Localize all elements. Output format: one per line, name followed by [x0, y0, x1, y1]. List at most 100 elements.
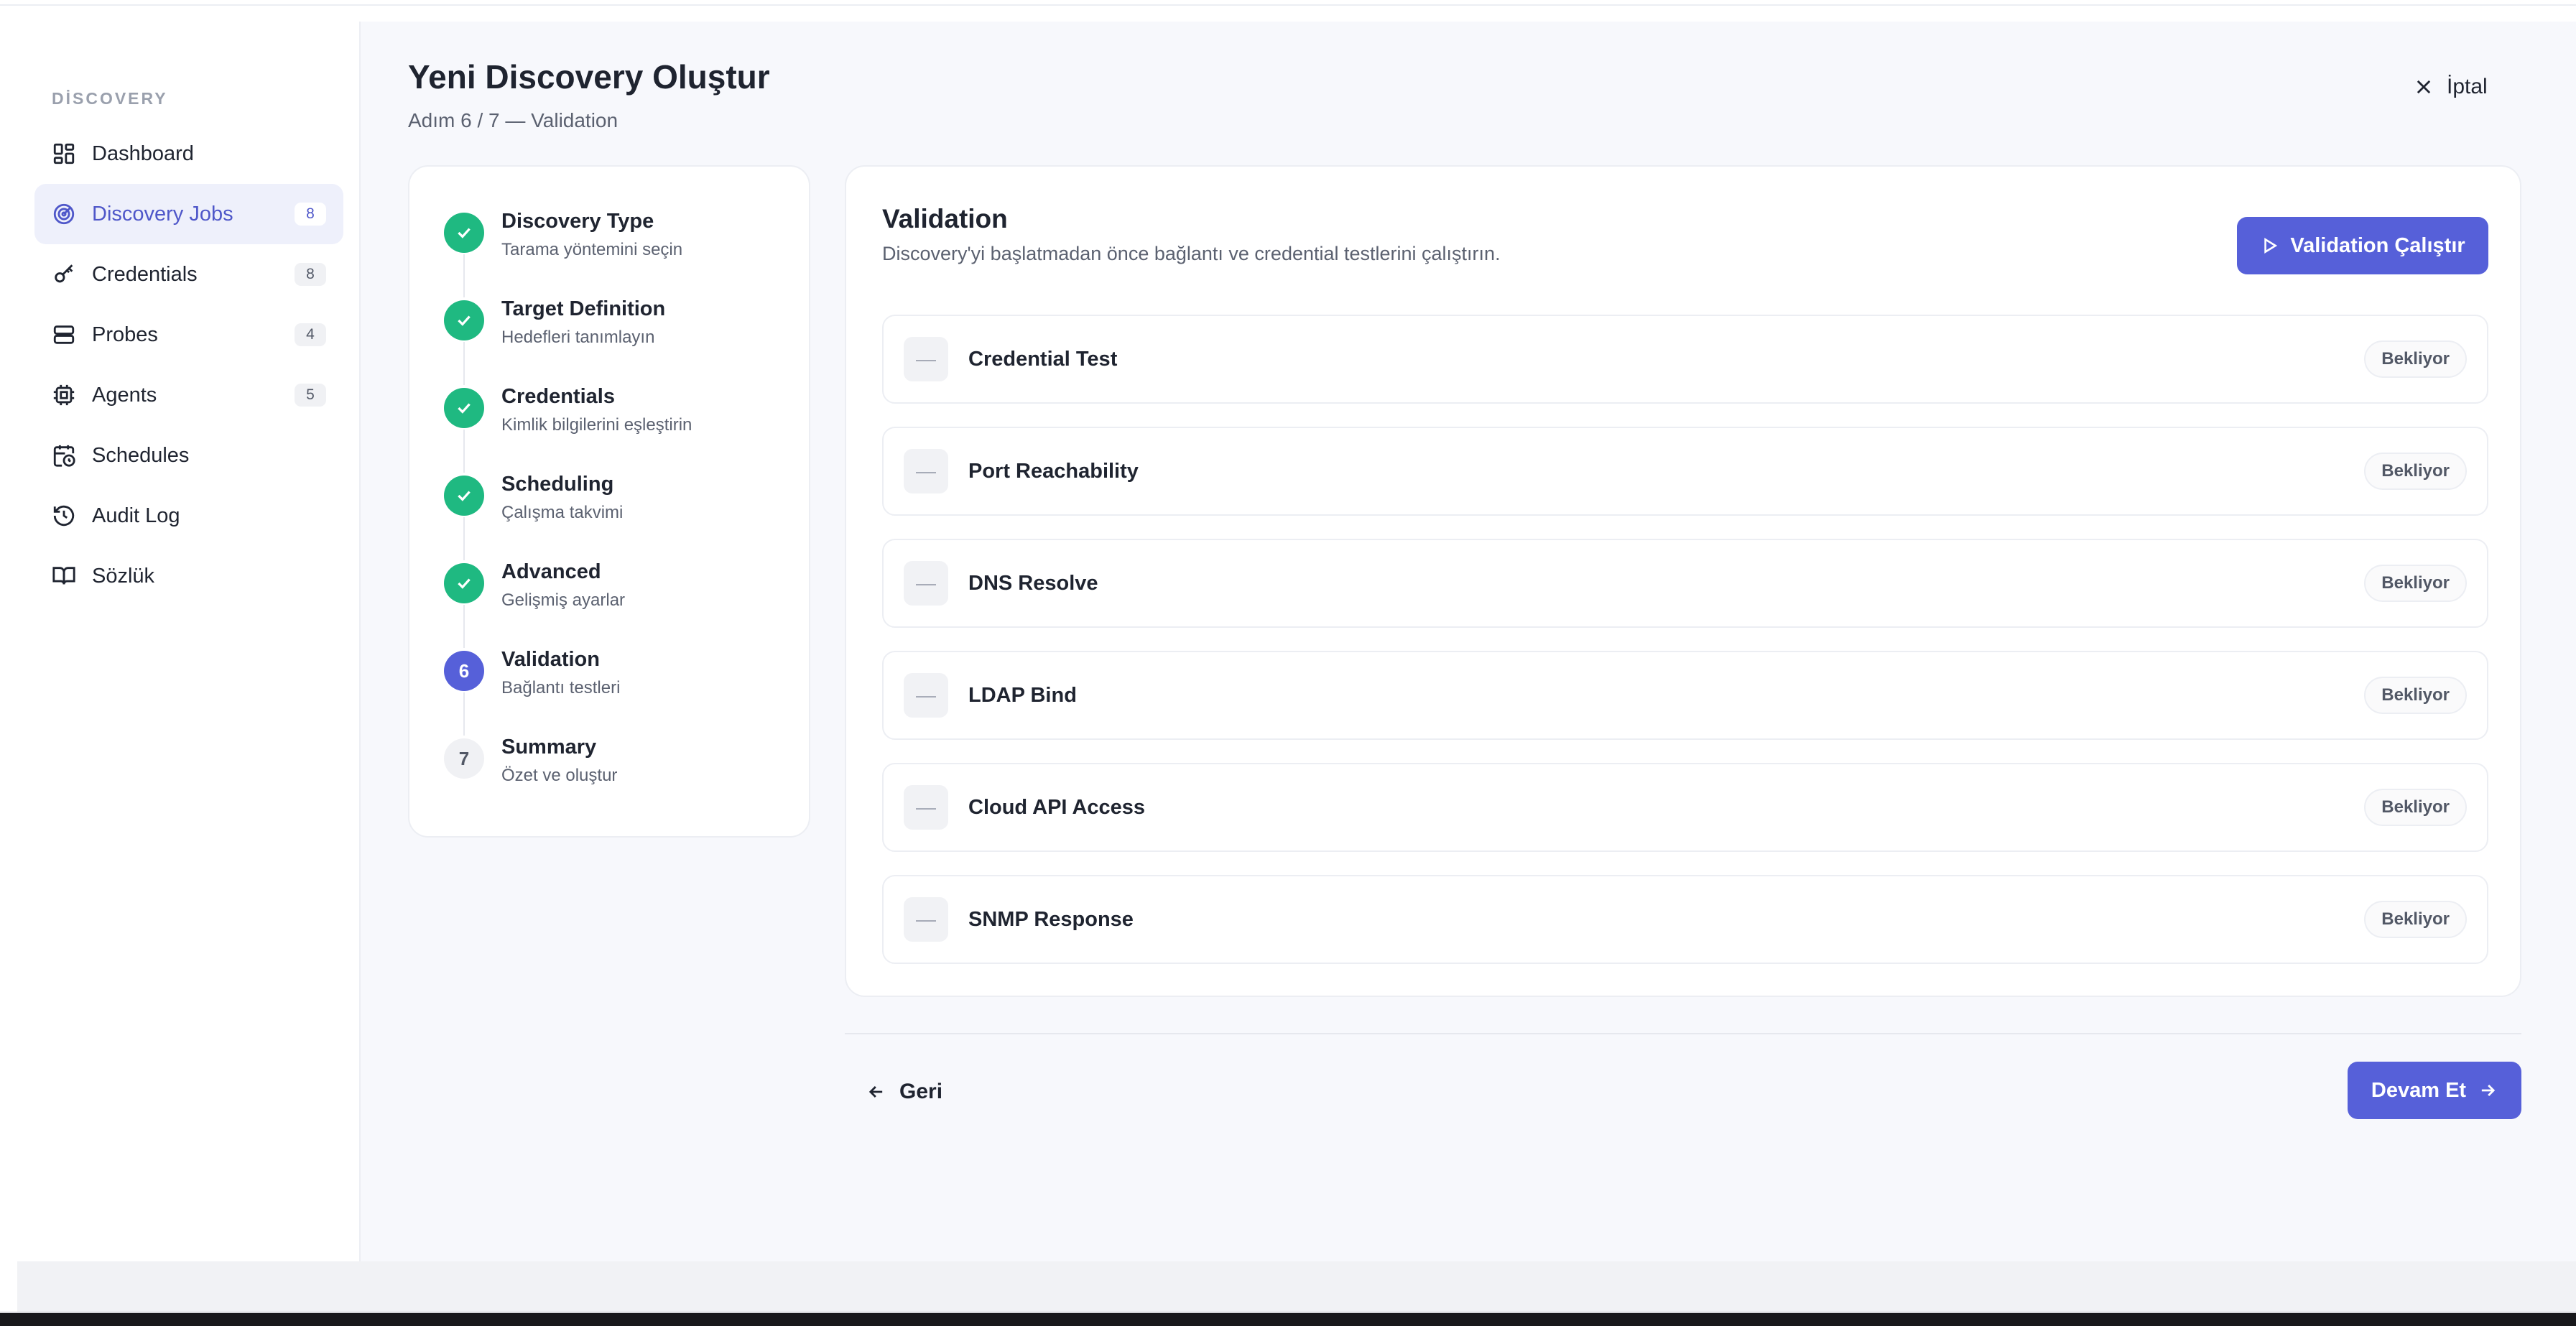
step-done-indicator: [444, 563, 484, 603]
status-badge: Bekliyor: [2364, 789, 2467, 826]
arrow-left-icon: [868, 1086, 883, 1098]
book-icon: [52, 564, 76, 588]
sidebar-item-audit-log[interactable]: Audit Log: [34, 486, 343, 546]
sidebar-item-label: Discovery Jobs: [92, 202, 233, 226]
step-number: 7: [444, 738, 484, 779]
check-name: Port Reachability: [968, 459, 1139, 483]
sidebar-nav: Dashboard Discovery Jobs 8 Credentials 8…: [34, 124, 343, 606]
validation-title: Validation: [882, 204, 1008, 233]
step-connector: [463, 605, 465, 648]
cancel-button[interactable]: İptal: [2414, 68, 2488, 106]
window-bottom-strip: [17, 1261, 2576, 1313]
page-subtitle: Adım 6 / 7 — Validation: [408, 109, 618, 131]
sidebar-item-label: Probes: [92, 323, 158, 346]
check-icon: [458, 315, 471, 326]
validation-check-list: — Credential Test Bekliyor — Port Reacha…: [882, 315, 2488, 987]
back-label: Geri: [899, 1080, 943, 1103]
check-icon: [458, 578, 471, 589]
sidebar-item-sozluk[interactable]: Sözlük: [34, 546, 343, 606]
sidebar-item-probes[interactable]: Probes 4: [34, 305, 343, 365]
radar-icon: [52, 202, 76, 226]
step-connector: [463, 517, 465, 560]
step-done-indicator: [444, 300, 484, 340]
step-done-indicator: [444, 213, 484, 253]
check-snmp-response: — SNMP Response Bekliyor: [882, 875, 2488, 964]
step-summary[interactable]: 7 Summary Özet ve oluştur: [444, 736, 789, 807]
sidebar-item-credentials[interactable]: Credentials 8: [34, 244, 343, 305]
check-name: Cloud API Access: [968, 795, 1146, 819]
step-title: Validation: [501, 648, 600, 671]
status-badge: Bekliyor: [2364, 340, 2467, 378]
step-description: Hedefleri tanımlayın: [501, 328, 655, 347]
sidebar-item-label: Schedules: [92, 443, 190, 467]
calendar-clock-icon: [52, 443, 76, 468]
step-connector: [463, 254, 465, 297]
count-badge: 8: [295, 203, 326, 226]
arrow-right-icon: [2481, 1085, 2496, 1096]
count-badge: 8: [295, 263, 326, 286]
step-title: Discovery Type: [501, 210, 654, 233]
back-button[interactable]: Geri: [866, 1069, 942, 1115]
step-connector: [463, 430, 465, 473]
sidebar-heading: DİSCOVERY: [52, 89, 168, 108]
status-badge: Bekliyor: [2364, 565, 2467, 602]
sidebar-item-agents[interactable]: Agents 5: [34, 365, 343, 425]
check-name: Credential Test: [968, 347, 1118, 371]
status-badge: Bekliyor: [2364, 901, 2467, 938]
step-connector: [463, 692, 465, 736]
sidebar: DİSCOVERY Dashboard Discovery Jobs 8 Cre…: [17, 22, 361, 1261]
run-validation-label: Validation Çalıştır: [2290, 233, 2465, 257]
check-ldap-bind: — LDAP Bind Bekliyor: [882, 651, 2488, 740]
step-description: Tarama yöntemini seçin: [501, 240, 683, 259]
dashboard-icon: [52, 142, 76, 166]
play-icon: [2264, 238, 2278, 254]
pending-icon: —: [904, 337, 948, 381]
pending-icon: —: [904, 449, 948, 493]
step-advanced[interactable]: Advanced Gelişmiş ayarlar: [444, 560, 789, 648]
step-scheduling[interactable]: Scheduling Çalışma takvimi: [444, 473, 789, 560]
sidebar-item-label: Audit Log: [92, 504, 180, 527]
wizard-steps: Discovery Type Tarama yöntemini seçin Ta…: [408, 165, 810, 838]
next-label: Devam Et: [2371, 1078, 2467, 1102]
count-badge: 4: [295, 323, 326, 346]
server-icon: [52, 323, 76, 347]
step-done-indicator: [444, 388, 484, 428]
window-top-edge: [0, 0, 2576, 6]
validation-description: Discovery'yi başlatmadan önce bağlantı v…: [882, 243, 1501, 264]
key-icon: [52, 262, 76, 287]
validation-panel: Validation Discovery'yi başlatmadan önce…: [845, 165, 2521, 997]
next-button[interactable]: Devam Et: [2348, 1062, 2521, 1119]
step-title: Scheduling: [501, 473, 614, 496]
sidebar-item-discovery-jobs[interactable]: Discovery Jobs 8: [34, 184, 343, 244]
check-icon: [458, 228, 471, 238]
step-title: Advanced: [501, 560, 601, 583]
sidebar-item-label: Agents: [92, 383, 157, 407]
pending-icon: —: [904, 673, 948, 718]
step-description: Gelişmiş ayarlar: [501, 590, 626, 610]
step-number: 6: [444, 651, 484, 691]
step-description: Özet ve oluştur: [501, 766, 618, 785]
sidebar-item-label: Dashboard: [92, 142, 194, 165]
step-title: Credentials: [501, 385, 615, 408]
pending-icon: —: [904, 561, 948, 606]
step-target-definition[interactable]: Target Definition Hedefleri tanımlayın: [444, 297, 789, 385]
status-badge: Bekliyor: [2364, 453, 2467, 490]
step-title: Summary: [501, 736, 597, 759]
run-validation-button[interactable]: Validation Çalıştır: [2237, 217, 2488, 274]
window-bottom-edge: [0, 1312, 2576, 1326]
history-icon: [52, 504, 76, 528]
sidebar-item-schedules[interactable]: Schedules: [34, 425, 343, 486]
step-credentials[interactable]: Credentials Kimlik bilgilerini eşleştiri…: [444, 385, 789, 473]
sidebar-item-dashboard[interactable]: Dashboard: [34, 124, 343, 184]
close-icon: [2417, 80, 2431, 94]
sidebar-item-label: Credentials: [92, 262, 198, 286]
step-validation[interactable]: 6 Validation Bağlantı testleri: [444, 648, 789, 736]
cancel-label: İptal: [2447, 75, 2488, 98]
count-badge: 5: [295, 384, 326, 407]
check-icon: [458, 491, 471, 501]
step-description: Kimlik bilgilerini eşleştirin: [501, 415, 692, 435]
step-description: Bağlantı testleri: [501, 678, 621, 697]
pending-icon: —: [904, 785, 948, 830]
step-discovery-type[interactable]: Discovery Type Tarama yöntemini seçin: [444, 210, 789, 297]
check-credential-test: — Credential Test Bekliyor: [882, 315, 2488, 404]
